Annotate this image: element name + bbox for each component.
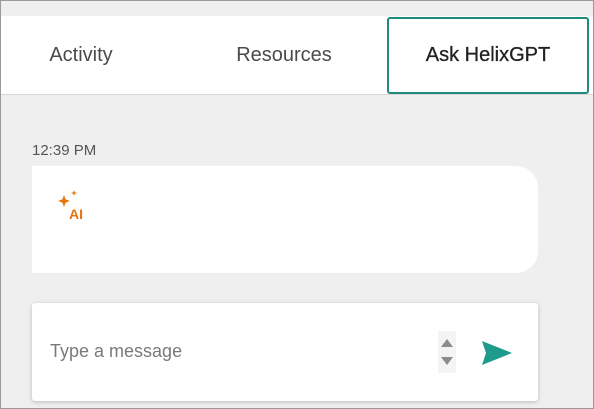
- sparkle-ai-icon: AI: [56, 188, 92, 222]
- ai-message-bubble: AI: [32, 166, 538, 273]
- message-timestamp: 12:39 PM: [32, 142, 97, 159]
- send-icon: [482, 341, 512, 365]
- tab-activity[interactable]: Activity: [1, 16, 161, 94]
- send-button[interactable]: [478, 337, 516, 369]
- tab-resources[interactable]: Resources: [181, 16, 387, 94]
- chevron-up-icon[interactable]: [441, 339, 453, 347]
- helixgpt-panel: Activity Resources Ask HelixGPT 12:39 PM…: [0, 0, 594, 409]
- tab-bar: Activity Resources Ask HelixGPT: [1, 16, 593, 95]
- ai-badge-text: AI: [69, 206, 83, 220]
- input-stepper[interactable]: [438, 331, 456, 373]
- message-input[interactable]: [50, 339, 430, 363]
- chevron-down-icon[interactable]: [441, 357, 453, 365]
- message-composer: [32, 303, 538, 401]
- top-strip: [1, 1, 593, 16]
- tab-ask-helixgpt[interactable]: Ask HelixGPT: [387, 17, 589, 94]
